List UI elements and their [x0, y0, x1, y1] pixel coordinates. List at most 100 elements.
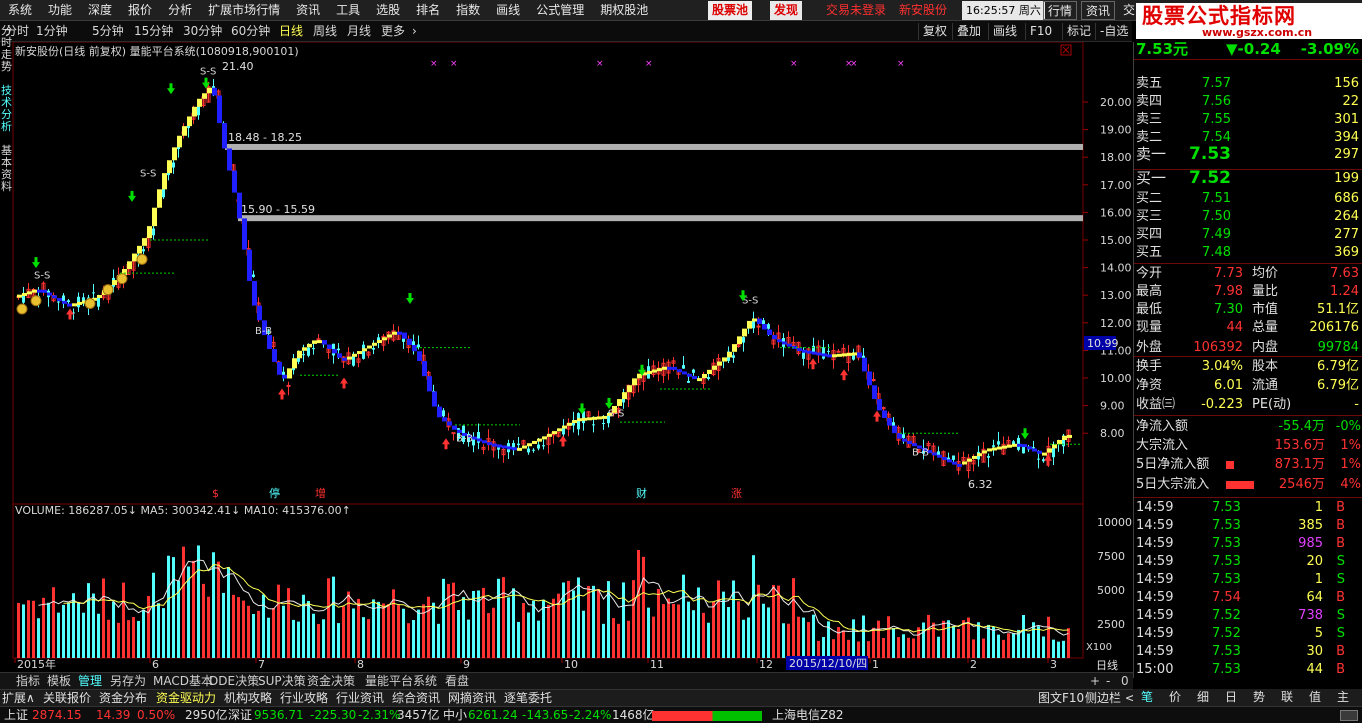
buy-row[interactable]: 买一 7.52 199	[1134, 170, 1362, 187]
period-weekly[interactable]: 周线	[313, 21, 337, 42]
period-1min[interactable]: 1分钟	[36, 21, 68, 42]
sme-index-name[interactable]: 中小	[443, 707, 467, 723]
event-marker[interactable]: 涨	[731, 487, 742, 500]
tab-dde[interactable]: DDE决策	[207, 673, 261, 689]
flow-row[interactable]: 大宗流入 153.6万 1%	[1134, 437, 1362, 454]
buy-row[interactable]: 买三 7.50 264	[1134, 208, 1362, 225]
stat-row[interactable]: 今开 7.73 均价 7.63	[1134, 265, 1362, 282]
menu-item-extended-market[interactable]: 扩展市场行情	[200, 0, 288, 21]
tab-web-digest[interactable]: 网摘资讯	[448, 690, 496, 706]
sell-row[interactable]: 卖五 7.57 156	[1134, 75, 1362, 92]
period-60min[interactable]: 60分钟	[231, 21, 270, 42]
sell-row[interactable]: 卖三 7.55 301	[1134, 111, 1362, 128]
tab-macd[interactable]: MACD基本	[151, 673, 215, 689]
event-marker[interactable]: 增	[315, 486, 326, 500]
overlay-button[interactable]: 叠加	[952, 23, 985, 40]
tick-row[interactable]: 14:59 7.54 64 B	[1134, 589, 1362, 606]
tab-indicator[interactable]: 指标	[14, 673, 42, 689]
buy-row[interactable]: 买四 7.49 277	[1134, 226, 1362, 243]
menu-item-index[interactable]: 指数	[448, 0, 488, 21]
qtab-trend[interactable]: 势	[1253, 689, 1265, 705]
tick-row[interactable]: 14:59 7.53 1 S	[1134, 571, 1362, 588]
menu-item-formula[interactable]: 公式管理	[528, 0, 592, 21]
sidebar-toggle[interactable]: 侧边栏 <	[1085, 690, 1135, 706]
menu-item-options[interactable]: 期权股池	[592, 0, 656, 21]
sz-index-name[interactable]: 深证	[228, 707, 252, 723]
event-marker[interactable]: 财	[636, 486, 647, 500]
tab-institution[interactable]: 机构攻略	[224, 690, 272, 706]
period-monthly[interactable]: 月线	[347, 21, 371, 42]
tick-row[interactable]: 15:00 7.53 44 B	[1134, 661, 1362, 678]
qtab-price[interactable]: 价	[1169, 689, 1181, 705]
tick-row[interactable]: 14:59 7.52 5 S	[1134, 625, 1362, 642]
sell-row[interactable]: 卖四 7.56 22	[1134, 93, 1362, 110]
stat-row[interactable]: 最低 7.30 市值 51.1亿	[1134, 301, 1362, 318]
tick-row[interactable]: 14:59 7.53 1 B	[1134, 499, 1362, 516]
menu-item-system[interactable]: 系统	[0, 0, 40, 21]
f10-button[interactable]: F10	[1025, 23, 1056, 40]
qtab-day[interactable]: 日	[1225, 689, 1237, 705]
discover-button[interactable]: 发现	[770, 1, 803, 20]
tab-sup[interactable]: SUP决策	[256, 673, 308, 689]
menu-item-news[interactable]: 资讯	[288, 0, 328, 21]
menu-item-quote[interactable]: 报价	[120, 0, 160, 21]
zoom-in-button[interactable]: +	[1088, 673, 1102, 689]
stat-row[interactable]: 现量 44 总量 206176	[1134, 319, 1362, 336]
server-name[interactable]: 上海电信Z82	[772, 707, 844, 723]
tick-row[interactable]: 14:59 7.53 385 B	[1134, 517, 1362, 534]
stat-row[interactable]: 最高 7.98 量比 1.24	[1134, 283, 1362, 300]
tab-volume-platform[interactable]: 量能平台系统	[363, 673, 439, 689]
qtab-value[interactable]: 值	[1309, 689, 1321, 705]
period-15min[interactable]: 15分钟	[134, 21, 173, 42]
tab-template[interactable]: 模板	[45, 673, 73, 689]
tab-fund[interactable]: 资金决策	[305, 673, 357, 689]
period-30min[interactable]: 30分钟	[183, 21, 222, 42]
stock-pool-button[interactable]: 股票池	[708, 1, 753, 20]
trade-login-status[interactable]: 交易未登录	[822, 1, 890, 20]
tick-row[interactable]: 14:59 7.53 985 B	[1134, 535, 1362, 552]
qtab-main[interactable]: 主	[1337, 689, 1349, 705]
menu-item-draw[interactable]: 画线	[488, 0, 528, 21]
tab-fund-distribution[interactable]: 资金分布	[99, 690, 147, 706]
tab-general-news[interactable]: 综合资讯	[392, 690, 440, 706]
tab-tick-order[interactable]: 逐笔委托	[504, 690, 552, 706]
sell-row[interactable]: 卖二 7.54 394	[1134, 129, 1362, 146]
period-5min[interactable]: 5分钟	[92, 21, 124, 42]
menu-item-stock-picker[interactable]: 选股	[368, 0, 408, 21]
menu-item-analysis[interactable]: 分析	[160, 0, 200, 21]
period-daily[interactable]: 日线	[279, 21, 303, 42]
restore-right-button[interactable]: 复权	[918, 23, 951, 40]
mark-button[interactable]: 标记	[1062, 23, 1095, 40]
tab-fund-drive[interactable]: 资金驱动力	[156, 690, 216, 706]
menu-item-function[interactable]: 功能	[40, 0, 80, 21]
tab-watch[interactable]: 看盘	[443, 673, 471, 689]
tick-row[interactable]: 14:59 7.53 30 B	[1134, 643, 1362, 660]
flow-row[interactable]: 5日净流入额 873.1万 1%	[1134, 456, 1362, 473]
market-button[interactable]: 行情	[1043, 1, 1078, 20]
stat-row[interactable]: 换手 3.04% 股本 6.79亿	[1134, 358, 1362, 375]
menu-item-ranking[interactable]: 排名	[408, 0, 448, 21]
stat-row[interactable]: 外盘 106392 内盘 99784	[1134, 339, 1362, 356]
tick-row[interactable]: 14:59 7.52 738 S	[1134, 607, 1362, 624]
qtab-link[interactable]: 联	[1281, 689, 1293, 705]
kline-chart[interactable]: 新安股份(日线 前复权) 量能平台系统(1080918,900101) 20.0…	[0, 42, 1133, 672]
sell-row[interactable]: 卖一 7.53 297	[1134, 146, 1362, 163]
tab-save-as[interactable]: 另存为	[108, 673, 148, 689]
flow-row[interactable]: 净流入额 -55.4万 -0%	[1134, 418, 1362, 435]
qtab-tick[interactable]: 笔	[1141, 689, 1153, 705]
tab-industry-news[interactable]: 行业资讯	[336, 690, 384, 706]
tick-row[interactable]: 14:59 7.53 20 S	[1134, 553, 1362, 570]
buy-row[interactable]: 买二 7.51 686	[1134, 190, 1362, 207]
tab-manage[interactable]: 管理	[76, 673, 104, 689]
buy-row[interactable]: 买五 7.48 369	[1134, 244, 1362, 261]
stat-row[interactable]: 收益㈢ -0.223 PE(动) -	[1134, 396, 1362, 413]
expand-button[interactable]: 扩展∧	[2, 690, 35, 706]
qtab-detail[interactable]: 细	[1197, 689, 1209, 705]
stat-row[interactable]: 净资 6.01 流通 6.79亿	[1134, 377, 1362, 394]
menu-item-tools[interactable]: 工具	[328, 0, 368, 21]
event-marker[interactable]: 停	[269, 486, 280, 500]
menu-item-depth[interactable]: 深度	[80, 0, 120, 21]
period-more[interactable]: 更多	[381, 21, 405, 42]
tab-related-quote[interactable]: 关联报价	[43, 690, 91, 706]
f10-text-button[interactable]: 图文F10	[1038, 690, 1084, 706]
